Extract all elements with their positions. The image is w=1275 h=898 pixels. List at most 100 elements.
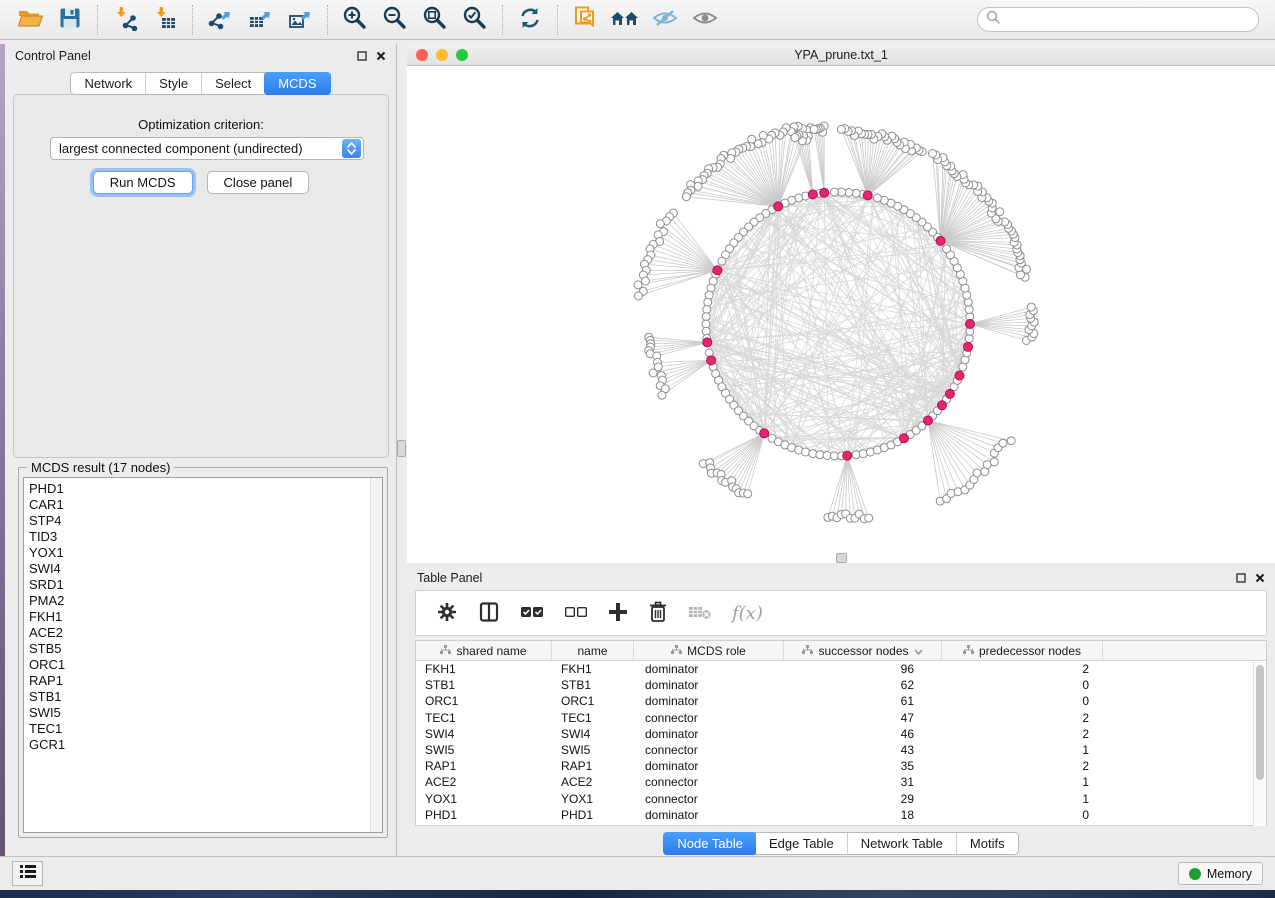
delete-column-button[interactable] xyxy=(648,601,668,626)
horizontal-splitter-grip[interactable] xyxy=(836,553,847,563)
optimization-criterion-dropdown[interactable]: largest connected component (undirected) xyxy=(50,137,364,160)
table-row[interactable]: STB1STB1dominator620 xyxy=(416,677,1266,693)
cell-predecessors[interactable]: 0 xyxy=(942,694,1103,708)
column-header-successor-nodes[interactable]: successor nodes xyxy=(784,641,942,660)
cell-role[interactable]: dominator xyxy=(634,678,784,692)
cell-successors[interactable]: 29 xyxy=(784,792,942,806)
select-all-button[interactable] xyxy=(520,604,544,623)
hide-selected-button[interactable] xyxy=(645,4,685,36)
cell-shared_name[interactable]: PHD1 xyxy=(416,808,552,822)
cell-shared_name[interactable]: TEC1 xyxy=(416,711,552,725)
table-row[interactable]: PHD1PHD1dominator180 xyxy=(416,807,1266,823)
cell-predecessors[interactable]: 1 xyxy=(942,792,1103,806)
zoom-selected-button[interactable] xyxy=(455,4,495,36)
cell-successors[interactable]: 18 xyxy=(784,808,942,822)
cell-shared_name[interactable]: STB1 xyxy=(416,678,552,692)
mcds-result-list[interactable]: PHD1CAR1STP4TID3YOX1SWI4SRD1PMA2FKH1ACE2… xyxy=(23,477,383,833)
open-file-button[interactable] xyxy=(10,4,50,36)
cell-name[interactable]: FKH1 xyxy=(552,662,634,676)
mcds-result-item[interactable]: SWI4 xyxy=(29,561,382,577)
mcds-result-item[interactable]: STB1 xyxy=(29,689,382,705)
tab-mcds[interactable]: MCDS xyxy=(264,72,330,95)
mcds-result-item[interactable]: GCR1 xyxy=(29,737,382,753)
cell-successors[interactable]: 43 xyxy=(784,743,942,757)
mcds-result-item[interactable]: SRD1 xyxy=(29,577,382,593)
cell-predecessors[interactable]: 0 xyxy=(942,808,1103,822)
cell-successors[interactable]: 47 xyxy=(784,711,942,725)
table-scrollbar[interactable] xyxy=(1253,662,1266,826)
close-panel-icon[interactable] xyxy=(376,51,386,61)
save-session-button[interactable] xyxy=(50,4,90,36)
import-network-button[interactable] xyxy=(105,4,145,36)
mcds-result-item[interactable]: ORC1 xyxy=(29,657,382,673)
cell-successors[interactable]: 61 xyxy=(784,694,942,708)
mcds-result-item[interactable]: RAP1 xyxy=(29,673,382,689)
zoom-in-button[interactable] xyxy=(335,4,375,36)
close-panel-icon[interactable] xyxy=(1255,573,1265,583)
search-box[interactable] xyxy=(977,7,1259,32)
column-header-MCDS-role[interactable]: MCDS role xyxy=(634,641,784,660)
add-column-button[interactable] xyxy=(608,602,628,625)
tab-node-table[interactable]: Node Table xyxy=(663,832,757,855)
cell-name[interactable]: STB1 xyxy=(552,678,634,692)
cell-predecessors[interactable]: 0 xyxy=(942,678,1103,692)
cell-shared_name[interactable]: RAP1 xyxy=(416,759,552,773)
cell-name[interactable]: RAP1 xyxy=(552,759,634,773)
tab-style[interactable]: Style xyxy=(146,73,202,94)
duplicate-network-button[interactable] xyxy=(565,4,605,36)
first-neighbors-button[interactable] xyxy=(605,4,645,36)
float-window-icon[interactable] xyxy=(357,51,367,61)
table-row[interactable]: YOX1YOX1connector291 xyxy=(416,791,1266,807)
cell-shared_name[interactable]: ACE2 xyxy=(416,775,552,789)
search-input[interactable] xyxy=(1001,10,1258,30)
cell-predecessors[interactable]: 1 xyxy=(942,743,1103,757)
cell-role[interactable]: connector xyxy=(634,775,784,789)
cell-role[interactable]: connector xyxy=(634,792,784,806)
table-row[interactable]: ACE2ACE2connector311 xyxy=(416,774,1266,790)
float-window-icon[interactable] xyxy=(1236,573,1246,583)
refresh-button[interactable] xyxy=(510,4,550,36)
table-scrollbar-thumb[interactable] xyxy=(1256,665,1264,780)
vertical-splitter-grip[interactable] xyxy=(397,440,406,457)
cell-successors[interactable]: 46 xyxy=(784,727,942,741)
settings-gear-button[interactable] xyxy=(436,601,458,626)
cell-successors[interactable]: 96 xyxy=(784,662,942,676)
mcds-result-item[interactable]: SWI5 xyxy=(29,705,382,721)
cell-shared_name[interactable]: YOX1 xyxy=(416,792,552,806)
import-table-button[interactable] xyxy=(145,4,185,36)
mcds-result-item[interactable]: YOX1 xyxy=(29,545,382,561)
cell-shared_name[interactable]: ORC1 xyxy=(416,694,552,708)
show-panels-button[interactable] xyxy=(12,861,43,886)
mcds-result-item[interactable]: TEC1 xyxy=(29,721,382,737)
network-canvas[interactable] xyxy=(407,66,1275,563)
memory-button[interactable]: Memory xyxy=(1178,862,1263,885)
cell-name[interactable]: YOX1 xyxy=(552,792,634,806)
cell-successors[interactable]: 31 xyxy=(784,775,942,789)
cell-shared_name[interactable]: FKH1 xyxy=(416,662,552,676)
cell-role[interactable]: dominator xyxy=(634,808,784,822)
close-panel-button[interactable]: Close panel xyxy=(207,171,310,194)
cell-predecessors[interactable]: 2 xyxy=(942,759,1103,773)
cell-role[interactable]: dominator xyxy=(634,694,784,708)
sort-chevron-icon[interactable] xyxy=(914,644,923,658)
tab-network-table[interactable]: Network Table xyxy=(848,833,957,854)
tab-network[interactable]: Network xyxy=(71,73,146,94)
tab-edge-table[interactable]: Edge Table xyxy=(756,833,848,854)
cell-name[interactable]: ORC1 xyxy=(552,694,634,708)
column-header-name[interactable]: name xyxy=(552,641,634,660)
export-table-button[interactable] xyxy=(240,4,280,36)
cell-role[interactable]: dominator xyxy=(634,662,784,676)
cell-predecessors[interactable]: 2 xyxy=(942,662,1103,676)
column-header-predecessor-nodes[interactable]: predecessor nodes xyxy=(942,641,1103,660)
result-list-scrollbar[interactable] xyxy=(370,478,382,832)
cell-predecessors[interactable]: 1 xyxy=(942,775,1103,789)
table-row[interactable]: TEC1TEC1connector472 xyxy=(416,710,1266,726)
cell-role[interactable]: connector xyxy=(634,743,784,757)
cell-role[interactable]: connector xyxy=(634,711,784,725)
cell-name[interactable]: SWI5 xyxy=(552,743,634,757)
table-row[interactable]: SWI5SWI5connector431 xyxy=(416,742,1266,758)
zoom-out-button[interactable] xyxy=(375,4,415,36)
mcds-result-item[interactable]: STP4 xyxy=(29,513,382,529)
cell-role[interactable]: dominator xyxy=(634,727,784,741)
tab-motifs[interactable]: Motifs xyxy=(957,833,1018,854)
